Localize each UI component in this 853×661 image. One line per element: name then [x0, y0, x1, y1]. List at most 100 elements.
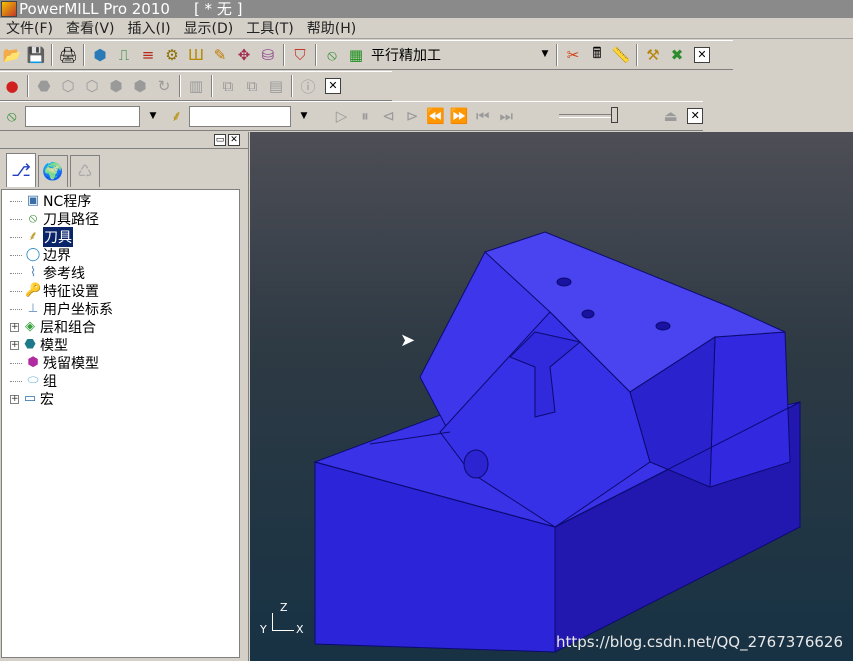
toolpath-icon[interactable]: ⦸ — [1, 105, 23, 127]
explorer-header: ▭ ✕ — [0, 132, 248, 149]
boundary-icon[interactable]: ⛁ — [257, 44, 279, 66]
close-icon[interactable]: ✕ — [687, 108, 704, 124]
group-icon: ⬭ — [27, 373, 39, 388]
play-icon[interactable]: ▷ — [331, 105, 353, 127]
tree-item-boundaries[interactable]: ◯ 边界 — [2, 246, 239, 264]
step-forward-icon[interactable]: ⊳ — [401, 105, 423, 127]
tab-explorer[interactable]: ⎇ — [6, 153, 36, 187]
eject-icon[interactable]: ⏏ — [660, 105, 682, 127]
tree-item-label: 组 — [43, 374, 57, 390]
close-icon[interactable]: ✕ — [228, 134, 240, 146]
step-back-icon[interactable]: ⊲ — [378, 105, 400, 127]
view-iso-icon[interactable]: ⬢ — [105, 75, 127, 97]
toolpath-points-icon[interactable]: ✥ — [233, 44, 255, 66]
chevron-down-icon[interactable]: ▼ — [538, 45, 552, 66]
block-icon[interactable]: ⬢ — [89, 44, 111, 66]
expand-icon[interactable]: + — [10, 394, 19, 404]
view-icon[interactable]: ⬡ — [81, 75, 103, 97]
tree-item-label: 层和组合 — [40, 320, 96, 336]
rewind-icon[interactable]: ⏪ — [425, 105, 447, 127]
close-icon[interactable]: ✕ — [694, 47, 710, 63]
strategy-list-icon: ▦ — [348, 46, 364, 64]
tree-item-levels[interactable]: + ◈ 层和组合 — [2, 318, 239, 336]
tab-recycle[interactable]: ♺ — [70, 155, 100, 187]
rotate-view-icon[interactable]: ⬢ — [129, 75, 151, 97]
separator — [51, 44, 53, 66]
toolpath-select[interactable] — [24, 105, 141, 127]
app-title: PowerMILL Pro 2010 — [19, 0, 170, 18]
go-start-icon[interactable]: ⏮ — [472, 105, 494, 127]
separator — [636, 44, 638, 66]
compare-alt-icon[interactable]: ⧉ — [241, 75, 263, 97]
menu-help[interactable]: 帮助(H) — [301, 18, 363, 38]
tool-select-icon[interactable]: ⸙ — [166, 105, 188, 127]
tree-item-label: 模型 — [40, 338, 68, 354]
tools-cross-icon[interactable]: ✖ — [666, 44, 688, 66]
open-icon[interactable]: 📂 — [1, 44, 23, 66]
record-icon[interactable]: ● — [1, 75, 23, 97]
fast-forward-icon[interactable]: ⏩ — [448, 105, 470, 127]
menu-insert[interactable]: 插入(I) — [122, 18, 178, 38]
go-end-icon[interactable]: ⏭ — [496, 105, 518, 127]
expand-icon[interactable]: + — [10, 340, 19, 350]
separator — [211, 75, 213, 97]
tool-icon: ⸙ — [28, 229, 38, 244]
tool-icon[interactable]: ✎ — [209, 44, 231, 66]
strategy-select[interactable]: 平行精加工 ▼ — [369, 44, 552, 66]
tree-item-label: 残留模型 — [43, 356, 99, 372]
separator — [179, 75, 181, 97]
close-icon[interactable]: ✕ — [325, 78, 341, 94]
tree-item-tools[interactable]: ⸙ 刀具 — [2, 227, 239, 247]
boss-hole-left — [463, 449, 489, 479]
wizard-icon[interactable]: ⚒ — [642, 44, 664, 66]
wireframe-icon[interactable]: ⬡ — [57, 75, 79, 97]
pause-icon[interactable]: ⏸ — [354, 105, 376, 127]
tree-item-toolpaths[interactable]: ⦸ 刀具路径 — [2, 210, 239, 228]
menu-file[interactable]: 文件(F) — [0, 18, 60, 38]
cutting-icon[interactable]: ✂ — [562, 44, 584, 66]
menu-display[interactable]: 显示(D) — [178, 18, 241, 38]
tree-item-macros[interactable]: + ▭ 宏 — [2, 390, 239, 408]
tree-item-label: NC程序 — [43, 194, 92, 210]
rapid-move-icon[interactable]: ⎍ — [113, 44, 135, 66]
compare-icon[interactable]: ⧉ — [217, 75, 239, 97]
info-icon[interactable]: ⓘ — [297, 75, 319, 97]
expand-icon[interactable]: + — [10, 322, 19, 332]
feedrate-icon[interactable]: ≡ — [137, 44, 159, 66]
graphics-viewport[interactable]: ➤ Z Y X https://blog.csdn.net/QQ_2767376… — [250, 132, 853, 661]
tool-select[interactable] — [189, 105, 292, 127]
print-icon[interactable]: 🖨 — [57, 44, 79, 66]
menu-view[interactable]: 查看(V) — [60, 18, 122, 38]
chevron-down-icon[interactable]: ▼ — [142, 105, 164, 127]
macro-icon: ▭ — [23, 391, 37, 406]
speed-slider[interactable] — [559, 107, 619, 123]
save-sim-icon[interactable]: ▤ — [265, 75, 287, 97]
restore-icon[interactable]: ▭ — [214, 134, 226, 146]
refresh-icon[interactable]: ↻ — [153, 75, 175, 97]
tree-item-stock-models[interactable]: ⬢ 残留模型 — [2, 354, 239, 372]
tree-item-patterns[interactable]: ⌇ 参考线 — [2, 264, 239, 282]
leads-links-icon[interactable]: Ш — [185, 44, 207, 66]
tree-item-label: 用户坐标系 — [43, 302, 113, 318]
calculator-icon[interactable]: 🖩 — [586, 44, 608, 66]
tree-item-groups[interactable]: ⬭ 组 — [2, 372, 239, 390]
ruler-icon[interactable]: 📏 — [610, 44, 632, 66]
tool-start-icon[interactable]: ⚙ — [161, 44, 183, 66]
tree-item-models[interactable]: + ⬣ 模型 — [2, 336, 239, 354]
tree-item-feature-sets[interactable]: 🔑 特征设置 — [2, 282, 239, 300]
menu-tools[interactable]: 工具(T) — [240, 18, 300, 38]
speed-slider-thumb[interactable] — [611, 107, 619, 123]
tree-item-label: 刀具 — [43, 227, 73, 247]
right-step-front — [709, 331, 791, 488]
chevron-down-icon[interactable]: ▼ — [293, 105, 315, 127]
split-view-icon[interactable]: ▥ — [185, 75, 207, 97]
tree-item-nc-programs[interactable]: ▣ NC程序 — [2, 192, 239, 210]
save-icon[interactable]: 💾 — [25, 44, 47, 66]
shade-icon[interactable]: ⬣ — [33, 75, 55, 97]
toolpath-strategy-icon[interactable]: ⦸ — [321, 44, 343, 66]
machine-icon[interactable]: ⛉ — [289, 44, 311, 66]
tab-web[interactable]: 🌍 — [38, 155, 68, 187]
tree-item-label: 刀具路径 — [43, 212, 99, 228]
tree-item-workplanes[interactable]: ⟂ 用户坐标系 — [2, 300, 239, 318]
watermark: https://blog.csdn.net/QQ_2767376626 — [556, 633, 843, 651]
